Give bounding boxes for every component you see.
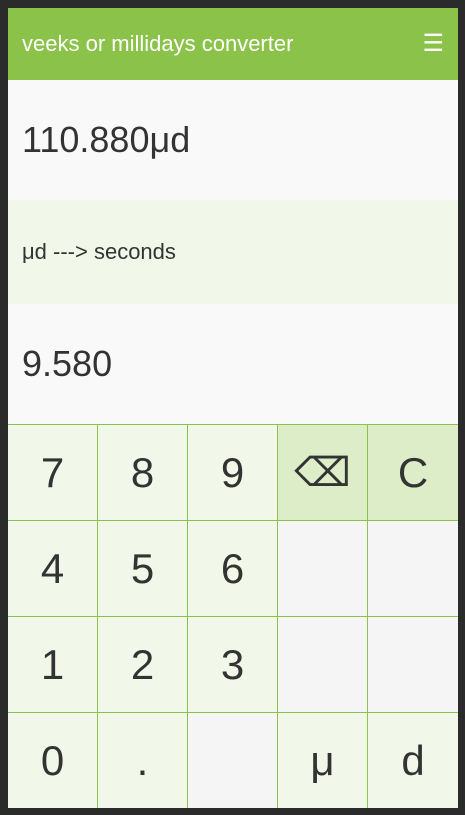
keypad: 7 8 9 ⌫ C 4 5 6 1 2 3 0 . μ d <box>8 424 458 808</box>
key-1[interactable]: 1 <box>8 617 98 713</box>
backspace-button[interactable]: ⌫ <box>278 425 368 521</box>
blank-key <box>368 617 458 713</box>
key-0[interactable]: 0 <box>8 713 98 808</box>
app-header: veeks or millidays converter ☰ <box>8 8 458 80</box>
key-5[interactable]: 5 <box>98 521 188 617</box>
day-unit-key[interactable]: d <box>368 713 458 808</box>
decimal-point-key[interactable]: . <box>98 713 188 808</box>
result-display: 9.580 <box>8 304 458 424</box>
key-7[interactable]: 7 <box>8 425 98 521</box>
key-3[interactable]: 3 <box>188 617 278 713</box>
blank-key <box>278 521 368 617</box>
key-2[interactable]: 2 <box>98 617 188 713</box>
clear-button[interactable]: C <box>368 425 458 521</box>
input-display: 110.880μd <box>8 80 458 200</box>
app-title: veeks or millidays converter <box>22 31 294 56</box>
blank-key <box>188 713 278 808</box>
micro-prefix-key[interactable]: μ <box>278 713 368 808</box>
converter-app: veeks or millidays converter ☰ 110.880μd… <box>8 8 458 808</box>
conversion-mode-selector[interactable]: μd ---> seconds <box>8 200 458 304</box>
key-6[interactable]: 6 <box>188 521 278 617</box>
key-4[interactable]: 4 <box>8 521 98 617</box>
key-9[interactable]: 9 <box>188 425 278 521</box>
hamburger-menu-icon[interactable]: ☰ <box>422 32 444 56</box>
blank-key <box>368 521 458 617</box>
key-8[interactable]: 8 <box>98 425 188 521</box>
blank-key <box>278 617 368 713</box>
